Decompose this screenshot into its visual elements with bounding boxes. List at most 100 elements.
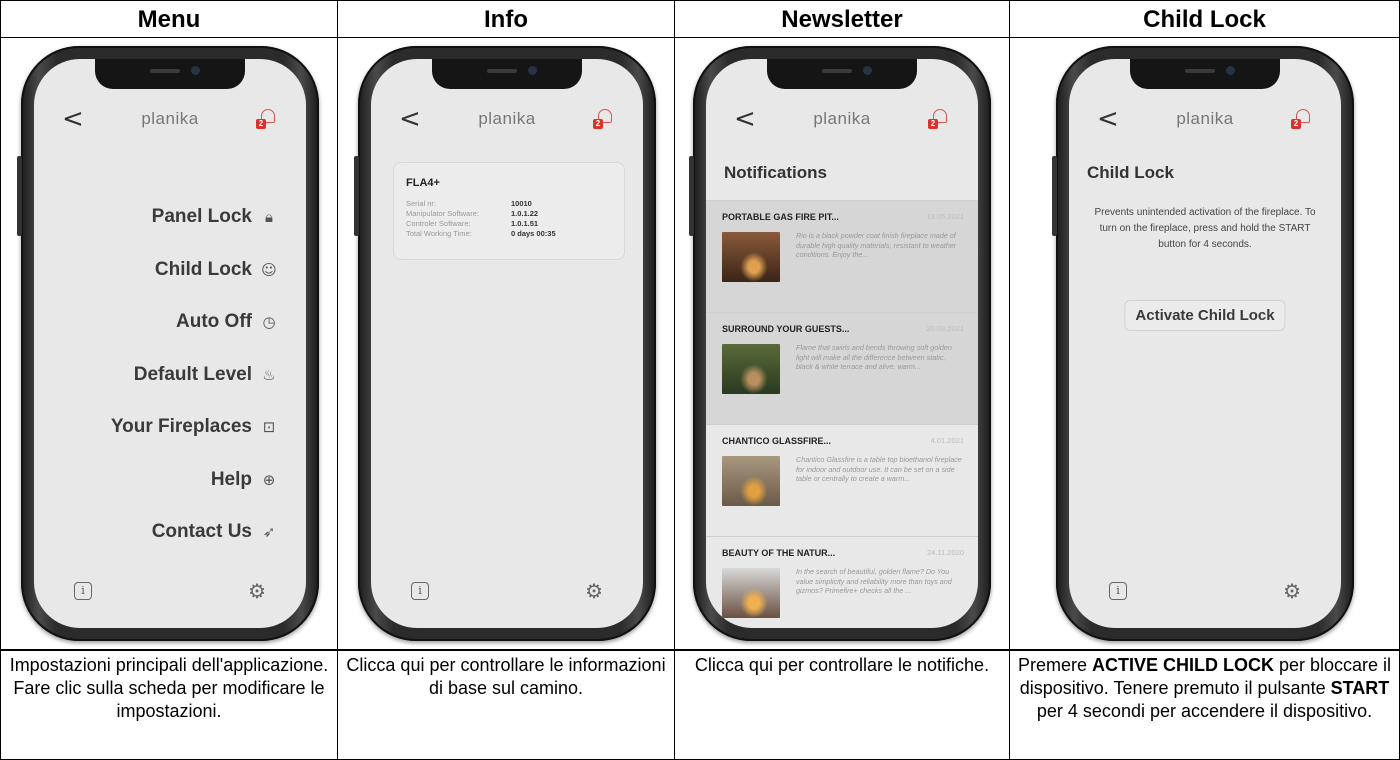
menu-item-child-lock[interactable]: Child Lock ☺ — [111, 258, 280, 311]
menu-item-label: Panel Lock — [151, 206, 252, 227]
notification-thumbnail — [722, 456, 780, 506]
notification-title: SURROUND YOUR GUESTS... — [722, 324, 850, 334]
phone-screen: < planika 2 Panel Lock 🔒︎ Child Lock ☺ Aut… — [34, 59, 306, 628]
column-header-info: Info — [337, 0, 675, 38]
app-header: < planika 2 — [1069, 105, 1341, 135]
menu-item-your-fireplaces[interactable]: Your Fireplaces ⊡ — [111, 415, 280, 468]
menu-list: Panel Lock 🔒︎ Child Lock ☺ Auto Off ◷ Defau… — [111, 205, 280, 573]
flame-icon: ♨ — [262, 365, 276, 384]
bottom-bar: i ⚙ — [371, 580, 643, 606]
phone-screen: < planika 2 Child Lock Prevents unintend… — [1069, 59, 1341, 628]
info-row-serial: Serial nr: 10010 — [406, 199, 532, 208]
activate-child-lock-button[interactable]: Activate Child Lock — [1124, 300, 1286, 331]
gear-icon[interactable]: ⚙ — [248, 580, 266, 602]
cell-newsletter: < planika 2 Notifications PORTABLE GAS F… — [674, 38, 1010, 650]
bell-icon[interactable]: 2 — [928, 107, 950, 131]
menu-item-label: Auto Off — [176, 311, 252, 332]
menu-item-default-level[interactable]: Default Level ♨ — [111, 363, 280, 416]
notification-thumbnail — [722, 344, 780, 394]
notch — [767, 59, 917, 89]
cell-child-lock: < planika 2 Child Lock Prevents unintend… — [1009, 38, 1400, 650]
notch — [432, 59, 582, 89]
menu-item-help[interactable]: Help ⊕ — [111, 468, 280, 521]
notification-item[interactable]: BEAUTY OF THE NATUR... 24.11.2020 In the … — [706, 536, 978, 628]
notification-excerpt: Chantico Glassfire is a table top bioeth… — [796, 455, 962, 484]
column-header-menu: Menu — [0, 0, 338, 38]
notification-thumbnail — [722, 568, 780, 618]
app-header: < planika 2 — [34, 105, 306, 135]
child-icon: ☺ — [261, 260, 277, 279]
phone-screen: < planika 2 Notifications PORTABLE GAS F… — [706, 59, 978, 628]
notification-excerpt: Flame that swirls and bends throwing sof… — [796, 343, 952, 372]
info-icon[interactable]: i — [411, 582, 429, 600]
notification-title: BEAUTY OF THE NATUR... — [722, 548, 836, 558]
phone-frame: < planika 2 Panel Lock 🔒︎ Child Lock ☺ Aut… — [17, 46, 319, 641]
menu-item-auto-off[interactable]: Auto Off ◷ — [111, 310, 280, 363]
notification-thumbnail — [722, 232, 780, 282]
phone-frame: < planika 2 Child Lock Prevents unintend… — [1052, 46, 1354, 641]
fireplace-icon: ⊡ — [262, 418, 276, 436]
cell-menu: < planika 2 Panel Lock 🔒︎ Child Lock ☺ Aut… — [0, 38, 338, 650]
lock-icon: 🔒︎ — [265, 208, 273, 226]
menu-item-label: Default Level — [133, 363, 252, 385]
notification-badge: 2 — [593, 119, 603, 129]
phone-screen: < planika 2 FLA4+ Serial nr: 10010 Manipu… — [371, 59, 643, 628]
notch — [95, 59, 245, 89]
comparison-table: Menu Info Newsletter Child Lock < planik… — [0, 0, 1400, 760]
send-icon: ➶ — [262, 523, 276, 541]
phone-frame: < planika 2 Notifications PORTABLE GAS F… — [689, 46, 991, 641]
caption-child-lock: Premere ACTIVE CHILD LOCK per bloccare i… — [1009, 650, 1400, 760]
caption-emphasis: ACTIVE CHILD LOCK — [1091, 655, 1274, 675]
bottom-bar: i ⚙ — [1069, 580, 1341, 606]
notification-title: CHANTICO GLASSFIRE... — [722, 436, 832, 446]
notification-date: 13.05.2021 — [926, 212, 964, 221]
child-lock-title: Child Lock — [1087, 163, 1174, 182]
info-row-working-time: Total Working Time: 0 days 00:35 — [406, 229, 556, 238]
bell-icon[interactable]: 2 — [593, 107, 615, 131]
app-header: < planika 2 — [706, 105, 978, 135]
info-row-manipulator: Manipulator Software: 1.0.1.22 — [406, 209, 539, 218]
info-icon[interactable]: i — [1109, 582, 1127, 600]
bottom-bar: i ⚙ — [34, 580, 306, 606]
bell-icon[interactable]: 2 — [256, 107, 278, 131]
menu-item-panel-lock[interactable]: Panel Lock 🔒︎ — [111, 205, 280, 258]
app-header: < planika 2 — [371, 105, 643, 135]
notch — [1130, 59, 1280, 89]
notification-date: 20.03.2021 — [926, 324, 964, 333]
notification-badge: 2 — [256, 119, 266, 129]
device-info-card: FLA4+ Serial nr: 10010 Manipulator Softwa… — [393, 162, 625, 260]
cell-info: < planika 2 FLA4+ Serial nr: 10010 Manipu… — [337, 38, 675, 650]
menu-item-label: Contact Us — [151, 521, 252, 542]
menu-item-label: Your Fireplaces — [110, 416, 252, 437]
column-header-newsletter: Newsletter — [674, 0, 1010, 38]
notification-excerpt: In the search of beautiful, golden flame… — [796, 567, 952, 596]
notification-item[interactable]: PORTABLE GAS FIRE PIT... 13.05.2021 Rio i… — [706, 200, 978, 312]
notification-badge: 2 — [1291, 119, 1301, 129]
info-row-controler: Controler Software: 1.0.1.51 — [406, 219, 539, 228]
notification-badge: 2 — [928, 119, 938, 129]
column-header-child-lock: Child Lock — [1009, 0, 1400, 38]
caption-menu: Impostazioni principali dell'applicazion… — [0, 650, 338, 760]
notification-title: PORTABLE GAS FIRE PIT... — [722, 212, 839, 222]
phone-frame: < planika 2 FLA4+ Serial nr: 10010 Manipu… — [354, 46, 656, 641]
gear-icon[interactable]: ⚙ — [1283, 580, 1301, 602]
notification-item[interactable]: CHANTICO GLASSFIRE... 4.01.2021 Chantico … — [706, 424, 978, 536]
menu-item-contact-us[interactable]: Contact Us ➶ — [111, 520, 280, 573]
device-name: FLA4+ — [406, 177, 440, 189]
notification-excerpt: Rio is a black powder coat finish firepl… — [796, 231, 957, 260]
menu-item-label: Help — [210, 468, 252, 490]
child-lock-description: Prevents unintended activation of the fi… — [1094, 207, 1316, 250]
clock-icon: ◷ — [262, 313, 276, 331]
caption-newsletter: Clicca qui per controllare le notifiche. — [674, 650, 1010, 760]
caption-info: Clicca qui per controllare le informazio… — [337, 650, 675, 760]
info-icon[interactable]: i — [74, 582, 92, 600]
menu-item-label: Child Lock — [154, 258, 252, 280]
bell-icon[interactable]: 2 — [1291, 107, 1313, 131]
help-icon: ⊕ — [262, 470, 276, 489]
notification-item[interactable]: SURROUND YOUR GUESTS... 20.03.2021 Flame … — [706, 312, 978, 424]
notification-list: PORTABLE GAS FIRE PIT... 13.05.2021 Rio i… — [706, 200, 978, 628]
gear-icon[interactable]: ⚙ — [585, 580, 603, 602]
notification-date: 4.01.2021 — [930, 436, 964, 445]
notifications-title: Notifications — [724, 163, 827, 182]
notification-date: 24.11.2020 — [927, 548, 964, 557]
